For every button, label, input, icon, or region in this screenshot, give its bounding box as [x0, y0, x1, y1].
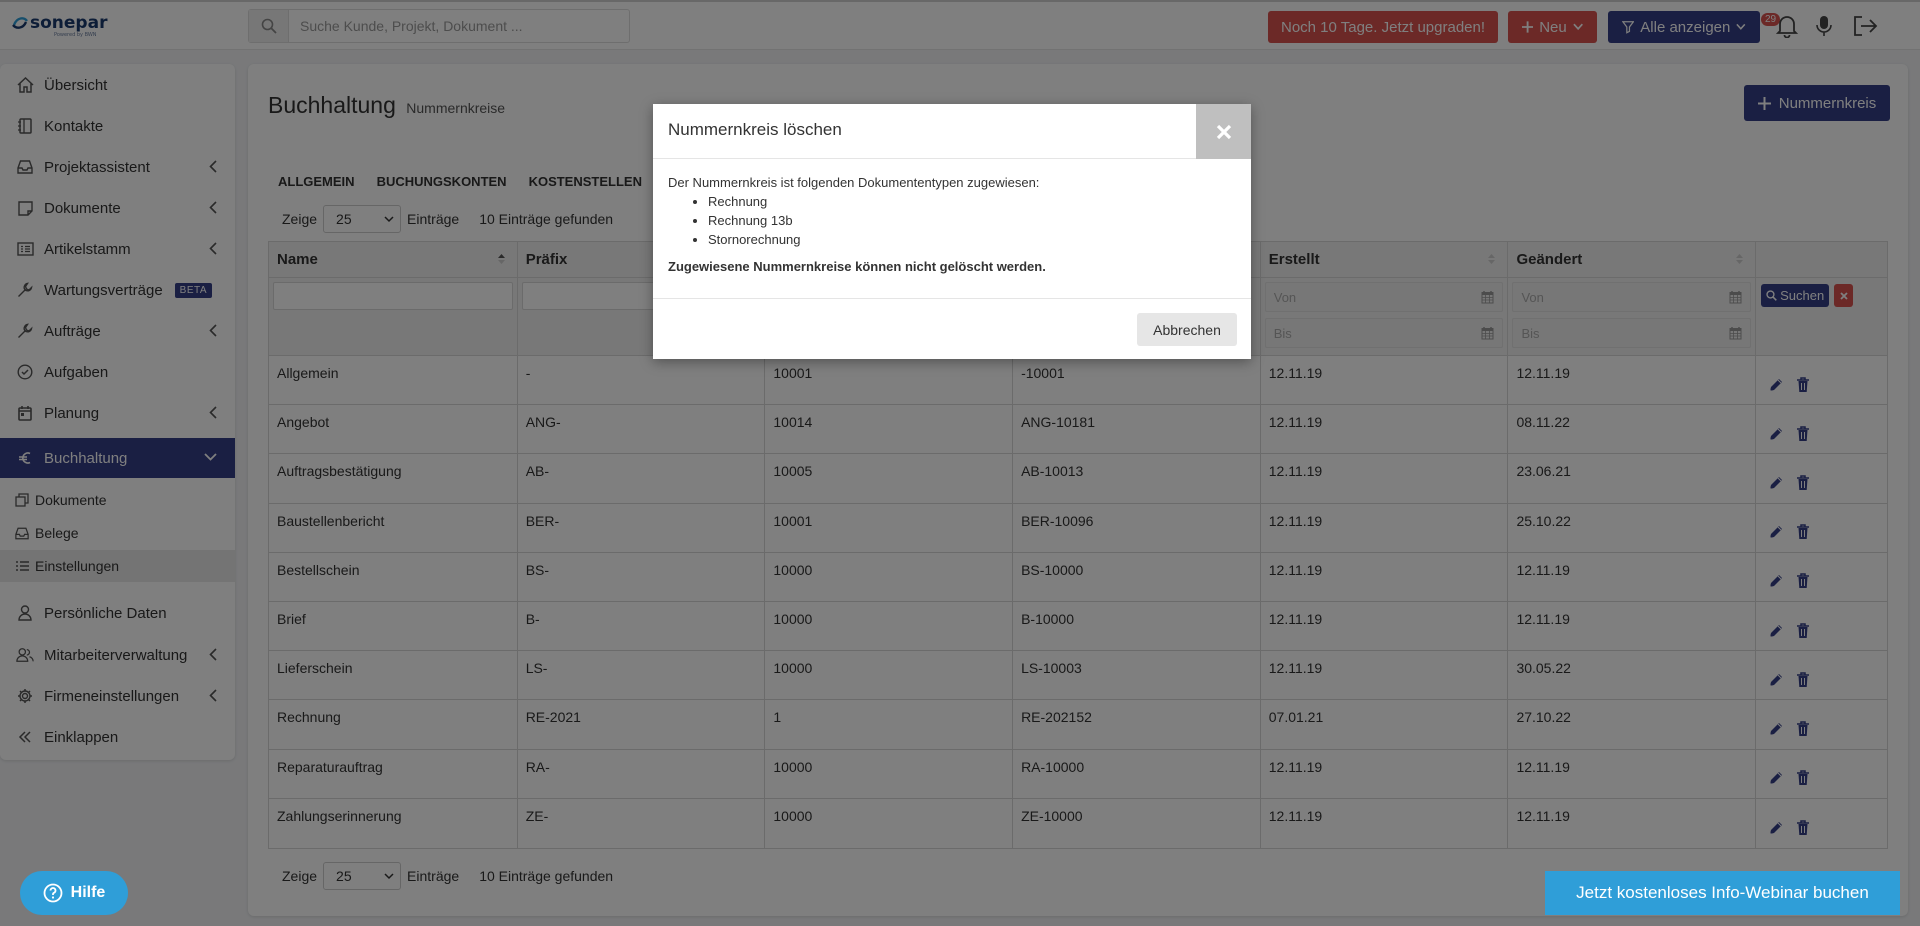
document-type-item: Rechnung	[708, 192, 1236, 211]
cancel-label: Abbrechen	[1153, 321, 1221, 338]
webinar-banner[interactable]: Jetzt kostenloses Info-Webinar buchen	[1545, 871, 1900, 915]
document-type-item: Rechnung 13b	[708, 211, 1236, 230]
question-circle-icon	[43, 883, 63, 903]
document-type-list: Rechnung Rechnung 13b Stornorechnung	[708, 192, 1236, 249]
dialog-intro: Der Nummernkreis ist folgenden Dokumente…	[668, 175, 1040, 190]
dialog-body: Der Nummernkreis ist folgenden Dokumente…	[653, 159, 1251, 299]
help-button[interactable]: Hilfe	[20, 871, 128, 915]
cancel-button[interactable]: Abbrechen	[1137, 313, 1237, 346]
dialog-title: Nummernkreis löschen	[668, 120, 842, 139]
document-type-item: Stornorechnung	[708, 230, 1236, 249]
dialog-warning: Zugewiesene Nummernkreise können nicht g…	[668, 259, 1046, 274]
delete-number-range-dialog: Nummernkreis löschen Der Nummernkreis is…	[653, 104, 1251, 359]
dialog-close-button[interactable]	[1196, 104, 1251, 159]
help-label: Hilfe	[70, 884, 106, 901]
dialog-header: Nummernkreis löschen	[653, 104, 1251, 159]
webinar-label: Jetzt kostenloses Info-Webinar buchen	[1576, 883, 1869, 902]
close-icon	[1216, 124, 1231, 139]
dialog-footer: Abbrechen	[653, 299, 1251, 358]
